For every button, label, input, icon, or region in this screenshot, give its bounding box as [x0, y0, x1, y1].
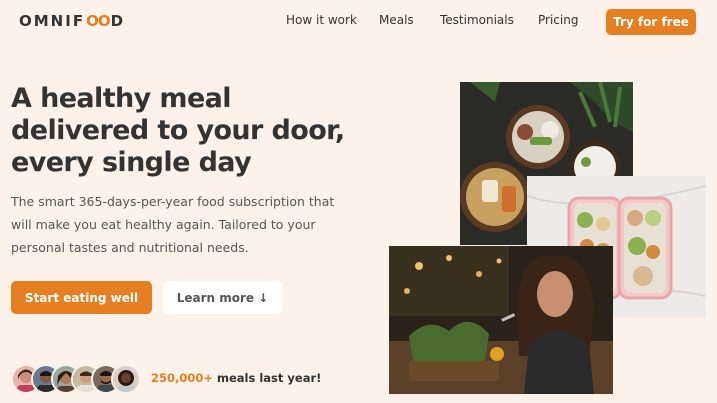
hero-title-line: delivered to your door, — [11, 115, 345, 146]
start-eating-well-button[interactable]: Start eating well — [11, 281, 152, 314]
meals-delivered-number: 250,000+ — [151, 371, 214, 385]
nav-link-meals[interactable]: Meals — [379, 13, 414, 27]
meals-delivered-stat: 250,000+ meals last year! — [151, 371, 321, 385]
nav-link-pricing[interactable]: Pricing — [538, 13, 578, 27]
hero-description: The smart 365-days-per-year food subscri… — [11, 190, 335, 259]
avatar — [111, 364, 141, 394]
nav-link-how-it-works[interactable]: How it work — [286, 13, 357, 27]
nav-link-testimonials[interactable]: Testimonials — [440, 13, 514, 27]
hero-title: A healthy meal delivered to your door, e… — [11, 83, 345, 179]
customer-avatars — [11, 364, 143, 394]
hero-title-line: every single day — [11, 147, 252, 178]
woman-eating-image — [389, 246, 613, 394]
hero-description-line: The smart 365-days-per-year food subscri… — [11, 194, 335, 209]
hero-title-line: A healthy meal — [11, 83, 232, 114]
hero-description-line: will make you eat healthy again. Tailore… — [11, 217, 316, 232]
hero-description-line: personal tastes and nutritional needs. — [11, 240, 249, 255]
site-header: OMNIF OO D How it work Meals Testimonials … — [0, 0, 717, 42]
learn-more-button[interactable]: Learn more ↓ — [163, 281, 282, 314]
meals-delivered-text: meals last year! — [213, 371, 322, 385]
try-for-free-button[interactable]: Try for free — [606, 9, 696, 35]
